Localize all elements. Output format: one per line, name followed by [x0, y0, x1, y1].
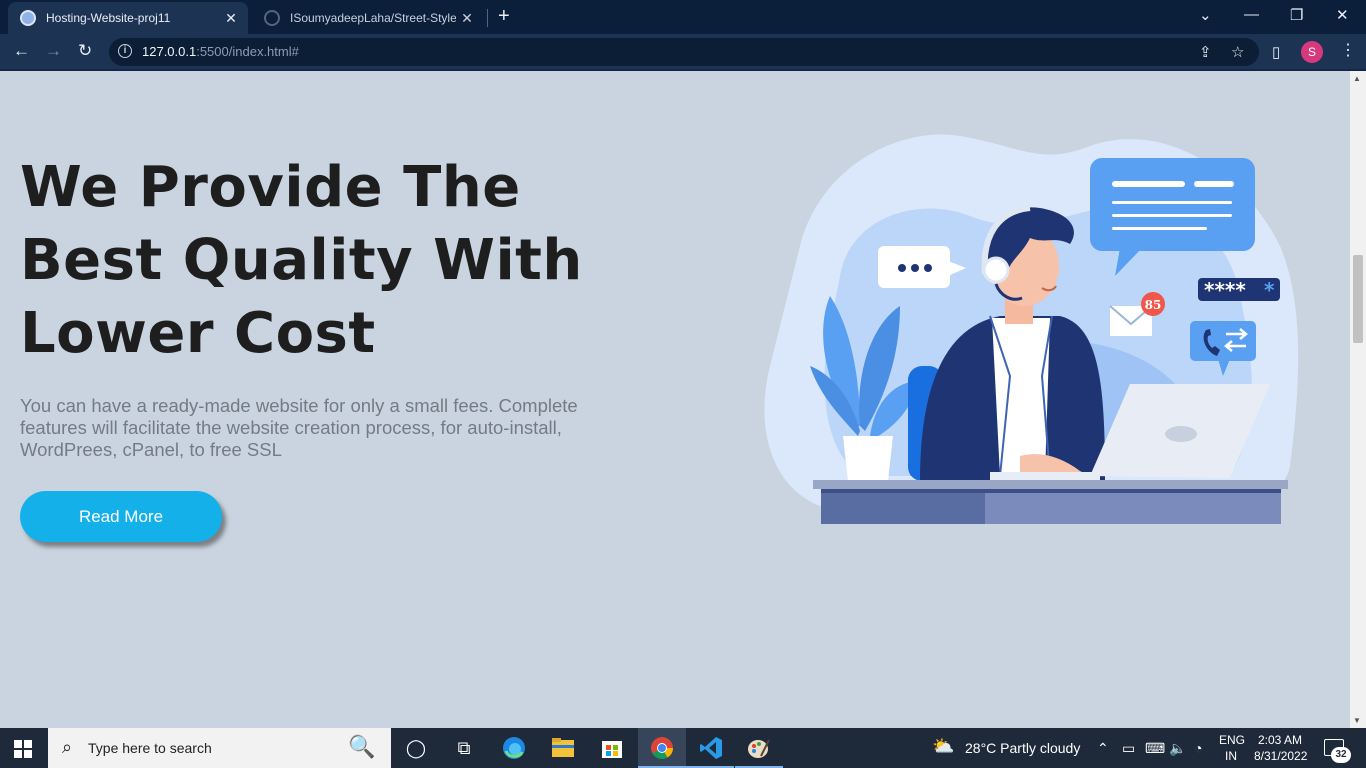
tab-title: Hosting-Website-proj11	[46, 11, 171, 25]
task-view-icon[interactable]: ⧉	[451, 735, 477, 761]
scroll-down-arrow-icon[interactable]: ▼	[1353, 716, 1361, 725]
search-placeholder: Type here to search	[88, 740, 212, 756]
webpage: We Provide The Best Quality With Lower C…	[0, 71, 1350, 728]
input-indicator-icon[interactable]: ⌨	[1145, 740, 1165, 757]
profile-avatar[interactable]: S	[1301, 41, 1323, 63]
tab-search-icon[interactable]: ⌄	[1199, 6, 1212, 24]
bookmark-star-icon[interactable]: ☆	[1231, 43, 1244, 61]
customer-support-illustration: **** * 85	[764, 134, 1299, 524]
search-highlight-icon: 🔍	[348, 734, 376, 759]
page-scrollbar[interactable]: ▲ ▼	[1350, 71, 1366, 728]
tab-close-icon[interactable]: ✕	[220, 10, 242, 27]
restore-icon[interactable]: ❐	[1290, 6, 1303, 24]
new-tab-button[interactable]: +	[498, 5, 510, 28]
menu-kebab-icon[interactable]: ⋮	[1340, 40, 1356, 60]
svg-text:****: ****	[1204, 278, 1246, 302]
back-icon[interactable]: ←	[13, 41, 30, 61]
read-more-button[interactable]: Read More	[20, 491, 222, 542]
notification-count-badge: 32	[1331, 747, 1351, 763]
clock-time[interactable]: 2:03 AM	[1258, 733, 1302, 747]
browser-toolbar: ← → ↻ i 127.0.0.1:5500/index.html# ⇪ ☆ ▯…	[0, 34, 1366, 71]
microsoft-store-icon[interactable]	[599, 735, 625, 761]
window-close-icon[interactable]: ✕	[1336, 6, 1349, 24]
language-code[interactable]: ENG	[1219, 733, 1245, 747]
globe-icon	[20, 10, 36, 26]
scrollbar-thumb[interactable]	[1353, 255, 1363, 343]
desk	[813, 480, 1288, 524]
meet-now-icon[interactable]: ▭	[1122, 740, 1135, 757]
svg-text:*: *	[1264, 278, 1275, 302]
windows-taskbar: ⌕ Type here to search 🔍 ◯ ⧉ ⛅ 28°C Partl…	[0, 728, 1366, 768]
chrome-icon[interactable]	[649, 735, 675, 761]
file-explorer-icon[interactable]	[550, 735, 576, 761]
language-region[interactable]: IN	[1225, 749, 1237, 763]
password-chip: **** *	[1198, 278, 1280, 302]
address-url[interactable]: 127.0.0.1:5500/index.html#	[142, 44, 299, 59]
side-panel-icon[interactable]: ▯	[1272, 43, 1280, 61]
reload-icon[interactable]: ↻	[78, 41, 92, 61]
share-icon[interactable]: ⇪	[1199, 43, 1212, 61]
browser-tab-bar: Hosting-Website-proj11 ✕ ISoumyadeepLaha…	[0, 0, 1366, 34]
vscode-icon[interactable]	[698, 735, 724, 761]
scroll-up-arrow-icon[interactable]: ▲	[1353, 74, 1361, 83]
weather-text[interactable]: 28°C Partly cloudy	[965, 740, 1080, 756]
volume-icon[interactable]: 🔈	[1169, 740, 1186, 757]
hero-title: We Provide The Best Quality With Lower C…	[20, 155, 583, 366]
address-bar[interactable]: i 127.0.0.1:5500/index.html# ⇪ ☆	[109, 38, 1259, 66]
paint-icon[interactable]	[746, 735, 772, 761]
taskbar-search-box[interactable]: ⌕ Type here to search 🔍	[48, 728, 391, 768]
svg-text:85: 85	[1145, 298, 1162, 312]
tab-divider	[487, 9, 488, 27]
weather-icon[interactable]: ⛅	[932, 736, 954, 757]
tray-overflow-icon[interactable]: ⌃	[1097, 740, 1109, 757]
search-icon: ⌕	[62, 737, 73, 757]
network-icon[interactable]: ◔	[1194, 740, 1202, 756]
cortana-icon[interactable]: ◯	[403, 735, 429, 761]
edge-icon[interactable]	[501, 735, 527, 761]
hero-description: You can have a ready-made website for on…	[20, 395, 578, 460]
windows-start-icon[interactable]	[14, 740, 32, 758]
tab-hosting-website[interactable]: Hosting-Website-proj11 ✕	[8, 2, 248, 34]
tab-title: ISoumyadeepLaha/Street-Style-L	[290, 11, 456, 25]
clock-date[interactable]: 8/31/2022	[1254, 749, 1307, 763]
site-info-icon[interactable]: i	[118, 44, 132, 58]
minimize-icon[interactable]: —	[1244, 6, 1259, 23]
github-icon	[264, 10, 280, 26]
tab-close-icon[interactable]: ✕	[456, 10, 478, 27]
forward-icon[interactable]: →	[45, 41, 62, 61]
tab-github-repo[interactable]: ISoumyadeepLaha/Street-Style-L ✕	[252, 2, 484, 34]
